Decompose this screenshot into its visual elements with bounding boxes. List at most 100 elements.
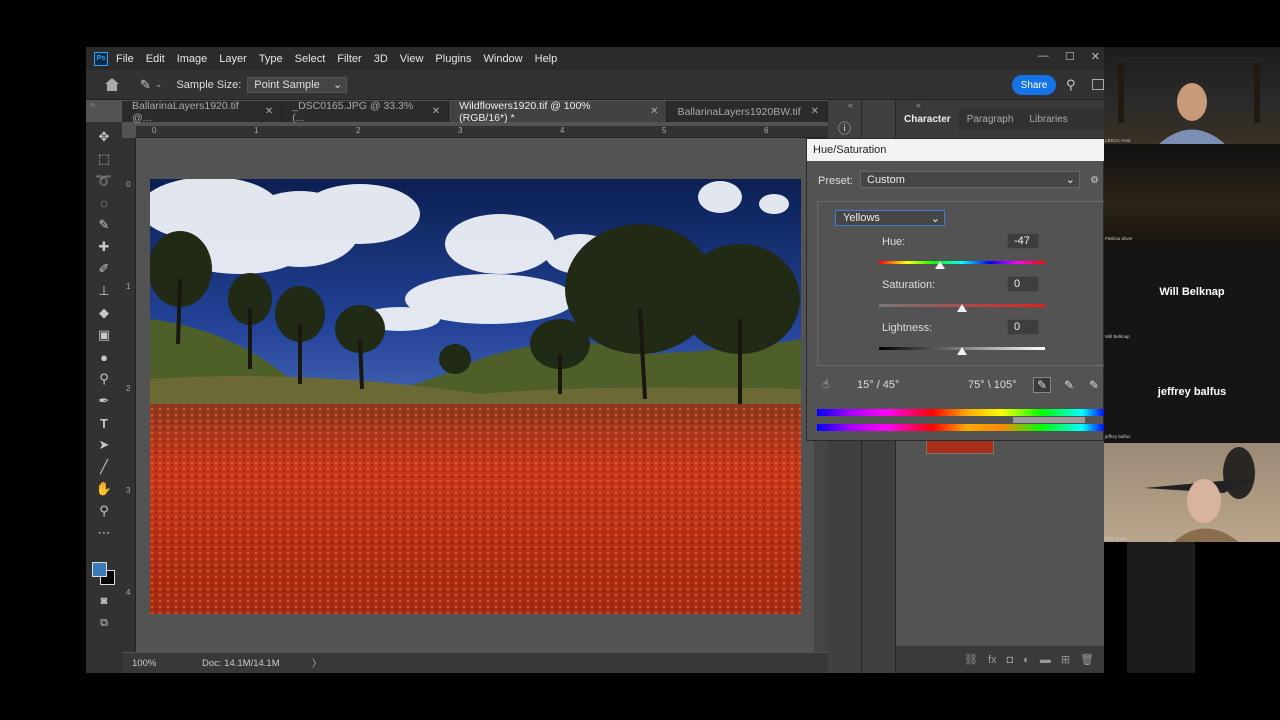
participant-tile-patricia[interactable]: Patricia Silver — [1104, 145, 1280, 242]
menu-plugins[interactable]: Plugins — [435, 53, 471, 65]
menu-view[interactable]: View — [400, 53, 424, 65]
hue-label: Hue: — [882, 236, 906, 248]
menu-image[interactable]: Image — [177, 53, 208, 65]
more-tools-icon[interactable]: ⋯ — [95, 524, 113, 542]
close-icon[interactable]: ✕ — [650, 106, 658, 117]
hand-tool-icon[interactable]: ✋ — [95, 480, 113, 498]
brush-tool-icon[interactable]: ✐ — [95, 260, 113, 278]
tab-ballarina-layers[interactable]: BallarinaLayers1920.tif @... ✕ — [122, 99, 283, 124]
menu-bar: Ps File Edit Image Layer Type Select Fil… — [86, 47, 1104, 70]
type-tool-icon[interactable]: T — [95, 414, 113, 432]
options-bar: ✎ ⌄ Sample Size: Point Sample ⌄ Share ⚲ — [86, 70, 1104, 100]
hue-slider-thumb[interactable] — [935, 261, 946, 269]
wildflowers-photo[interactable] — [150, 179, 801, 614]
link-icon[interactable]: ⛓ — [964, 653, 978, 666]
collapse-icon[interactable]: « — [848, 100, 853, 110]
eyedropper-icon[interactable]: ✎ — [1033, 377, 1051, 393]
close-icon[interactable]: ✕ — [432, 106, 440, 117]
expand-icon[interactable]: » — [90, 99, 95, 109]
menu-window[interactable]: Window — [484, 53, 523, 65]
tab-label: BallarinaLayers1920.tif @... — [132, 99, 239, 124]
screen-mode-icon[interactable]: ⧉ — [95, 614, 113, 632]
ruler-tick: 0 — [152, 126, 157, 135]
mask-icon[interactable]: ◘ — [1007, 654, 1014, 666]
tab-dsc0165[interactable]: _DSC0165.JPG @ 33.3% (... ✕ — [282, 100, 450, 124]
lightness-value-input[interactable]: 0 — [1007, 319, 1039, 335]
foreground-color-swatch[interactable] — [92, 562, 107, 577]
menu-edit[interactable]: Edit — [146, 53, 165, 65]
quick-mask-icon[interactable]: ◙ — [95, 592, 113, 610]
eyedropper-tool-icon[interactable]: ✎ — [140, 77, 151, 93]
trash-icon[interactable]: 🗑 — [1080, 653, 1094, 666]
minimize-icon[interactable]: — — [1038, 50, 1049, 63]
tab-ballarina-bw[interactable]: BallarinaLayers1920BW.tif ✕ — [667, 101, 829, 122]
lasso-tool-icon[interactable]: ➰ — [95, 172, 113, 190]
pen-tool-icon[interactable]: ✒ — [95, 392, 113, 410]
tab-libraries[interactable]: Libraries — [1021, 108, 1075, 130]
targeted-adjustment-hand-icon[interactable]: ☝ — [822, 377, 829, 391]
menu-file[interactable]: File — [116, 53, 134, 65]
new-layer-icon[interactable]: ⊞ — [1061, 653, 1070, 666]
eraser-tool-icon[interactable]: ◆ — [95, 304, 113, 322]
eyedropper-plus-icon[interactable]: ✎ — [1060, 377, 1078, 393]
lightness-slider-thumb[interactable] — [957, 347, 967, 355]
status-menu-arrow[interactable]: 〉 — [312, 656, 322, 670]
menu-type[interactable]: Type — [259, 53, 283, 65]
move-tool-icon[interactable]: ✥ — [95, 128, 113, 146]
participant-tile-host[interactable]: LBSCC Host — [1104, 47, 1280, 144]
tab-character[interactable]: Character — [896, 108, 959, 130]
fx-icon[interactable]: fx — [988, 654, 997, 666]
info-icon[interactable]: ⓘ — [838, 118, 851, 137]
gear-icon[interactable]: ⚙ — [1090, 175, 1099, 186]
adjustment-layer-icon[interactable]: ◐ — [1023, 654, 1030, 666]
home-icon[interactable] — [104, 77, 120, 92]
blur-tool-icon[interactable]: ● — [95, 348, 113, 366]
participant-tile-jeffrey[interactable]: jeffrey balfus jeffrey balfus — [1104, 343, 1280, 440]
tab-paragraph[interactable]: Paragraph — [959, 108, 1022, 130]
landscape-image — [150, 179, 801, 614]
eyedropper-minus-icon[interactable]: ✎ — [1085, 377, 1103, 393]
gradient-tool-icon[interactable]: ▣ — [95, 326, 113, 344]
hue-value-input[interactable]: -47 — [1007, 233, 1039, 249]
folder-icon[interactable]: ▬ — [1040, 654, 1051, 666]
share-button[interactable]: Share — [1012, 75, 1056, 95]
healing-brush-tool-icon[interactable]: ✚ — [95, 238, 113, 256]
channel-select[interactable]: Yellows ⌄ — [835, 210, 945, 226]
menu-layer[interactable]: Layer — [219, 53, 247, 65]
marquee-tool-icon[interactable]: ⬚ — [95, 150, 113, 168]
eyedropper-tool-icon[interactable]: ✎ — [95, 216, 113, 234]
path-selection-tool-icon[interactable]: ➤ — [95, 436, 113, 454]
input-color-bar — [817, 409, 1105, 416]
zoom-level[interactable]: 100% — [132, 658, 172, 669]
clone-stamp-tool-icon[interactable]: ⊥ — [95, 282, 113, 300]
preset-select[interactable]: Custom ⌄ — [860, 171, 1080, 188]
saturation-slider-thumb[interactable] — [957, 304, 967, 312]
layer-thumbnail[interactable] — [926, 440, 994, 454]
chevron-down-icon[interactable]: ⌄ — [155, 79, 163, 90]
range-right-readout: 75° \ 105° — [968, 379, 1017, 391]
hue-slider-track[interactable] — [879, 261, 1045, 264]
close-icon[interactable]: ✕ — [265, 106, 273, 117]
menu-3d[interactable]: 3D — [374, 53, 388, 65]
participant-tile-rick[interactable]: Rick Tavan — [1104, 443, 1280, 542]
menu-select[interactable]: Select — [295, 53, 326, 65]
menu-filter[interactable]: Filter — [337, 53, 361, 65]
dodge-tool-icon[interactable]: ⚲ — [95, 370, 113, 388]
color-range-slider[interactable] — [1013, 417, 1085, 423]
close-icon[interactable]: ✕ — [1091, 50, 1100, 63]
tab-wildflowers[interactable]: Wildflowers1920.tif @ 100% (RGB/16*) * ✕ — [449, 99, 668, 124]
line-tool-icon[interactable]: ╱ — [95, 458, 113, 476]
maximize-icon[interactable]: ☐ — [1065, 50, 1075, 63]
participant-tile-will[interactable]: Will Belknap Will Belknap — [1104, 243, 1280, 340]
close-icon[interactable]: ✕ — [811, 106, 819, 117]
channel-value: Yellows — [843, 212, 880, 224]
zoom-tool-icon[interactable]: ⚲ — [95, 502, 113, 520]
menu-help[interactable]: Help — [535, 53, 558, 65]
sample-size-select[interactable]: Point Sample ⌄ — [247, 76, 348, 93]
saturation-value-input[interactable]: 0 — [1007, 276, 1039, 292]
quick-selection-tool-icon[interactable]: ◌ — [95, 194, 113, 212]
search-icon[interactable]: ⚲ — [1066, 77, 1076, 93]
sample-size-label: Sample Size: — [176, 78, 242, 91]
workspace-icon[interactable] — [1092, 79, 1104, 90]
tab-label: Wildflowers1920.tif @ 100% (RGB/16*) * — [459, 99, 591, 124]
